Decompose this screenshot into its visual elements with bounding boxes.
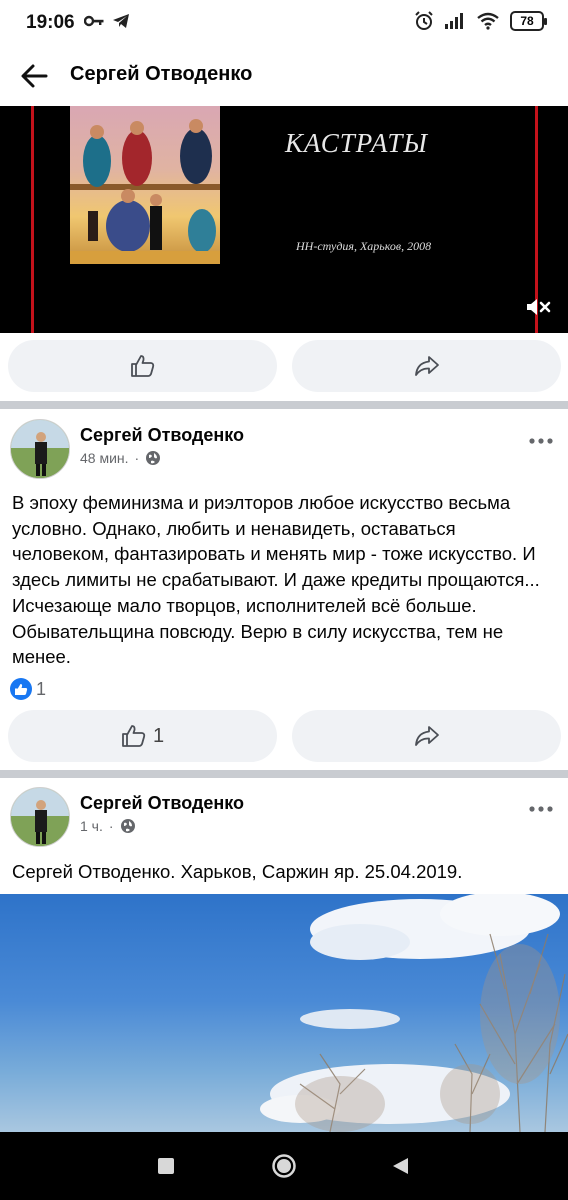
- post-text: Сергей Отводенко. Харьков, Саржин яр. 25…: [12, 861, 463, 882]
- post-header: Сергей Отводенко 1 ч. ·: [0, 787, 568, 857]
- recent-apps-icon[interactable]: [157, 1157, 175, 1175]
- post-actions-2: 1: [8, 710, 561, 762]
- post-text: В эпоху феминизма и риэлторов любое иску…: [12, 492, 540, 668]
- post-actions-1: [8, 340, 561, 392]
- meta-dot: ·: [134, 450, 140, 466]
- like-button[interactable]: [8, 340, 277, 392]
- key-icon: [84, 15, 104, 27]
- author-name[interactable]: Сергей Отводенко: [80, 425, 244, 446]
- post-meta: 48 мин. ·: [80, 450, 161, 466]
- feed-separator: [0, 401, 568, 409]
- meta-dot: ·: [108, 818, 114, 834]
- more-options-button[interactable]: [528, 801, 554, 812]
- back-nav-icon[interactable]: [390, 1156, 410, 1176]
- status-right-icons: 78: [414, 11, 547, 31]
- more-dots-icon: [529, 438, 553, 444]
- like-button[interactable]: 1: [8, 710, 277, 762]
- battery-icon: 78: [510, 11, 547, 31]
- share-button[interactable]: [292, 710, 561, 762]
- back-button[interactable]: [18, 60, 52, 92]
- post-time[interactable]: 1 ч.: [80, 818, 103, 834]
- avatar[interactable]: [10, 419, 70, 479]
- avatar[interactable]: [10, 787, 70, 847]
- video-player[interactable]: КАСТРАТЫ НН-студия, Харьков, 2008: [0, 106, 568, 333]
- thumbs-up-icon: [122, 725, 146, 747]
- post-header: Сергей Отводенко 48 мин. ·: [0, 419, 568, 489]
- home-icon[interactable]: [271, 1153, 297, 1179]
- share-icon: [414, 726, 439, 746]
- like-count: 1: [152, 724, 165, 747]
- alarm-icon: [415, 11, 433, 30]
- volume-off-icon[interactable]: [525, 296, 551, 318]
- author-name[interactable]: Сергей Отводенко: [80, 793, 244, 814]
- telegram-icon: [113, 14, 129, 28]
- video-subtitle-text: НН-студия, Харьков, 2008: [296, 239, 432, 253]
- post-time[interactable]: 48 мин.: [80, 450, 129, 466]
- status-bar: 19:06 78: [0, 0, 568, 46]
- status-time: 19:06: [26, 12, 75, 33]
- video-title-text: КАСТРАТЫ: [285, 128, 428, 158]
- app-header: Сергей Отводенко: [0, 46, 568, 106]
- status-left-icons: [84, 13, 130, 29]
- more-options-button[interactable]: [528, 433, 554, 444]
- feed-separator: [0, 770, 568, 778]
- post-photo[interactable]: [0, 894, 568, 1132]
- wifi-icon: [477, 12, 499, 30]
- globe-icon: [120, 819, 135, 833]
- share-icon: [414, 356, 439, 376]
- globe-icon: [146, 451, 161, 465]
- system-nav-bar: [0, 1132, 568, 1200]
- thumbs-up-icon: [130, 355, 154, 377]
- reactions-summary[interactable]: 1: [10, 678, 46, 700]
- signal-icon: [445, 13, 463, 29]
- video-thumbnail: [70, 106, 220, 264]
- more-dots-icon: [529, 806, 553, 812]
- share-button[interactable]: [292, 340, 561, 392]
- reaction-count: 1: [36, 678, 47, 699]
- arrow-left-icon: [21, 64, 48, 88]
- like-reaction-icon: [10, 678, 32, 700]
- page-title: Сергей Отводенко: [70, 63, 253, 85]
- post-meta: 1 ч. ·: [80, 818, 136, 834]
